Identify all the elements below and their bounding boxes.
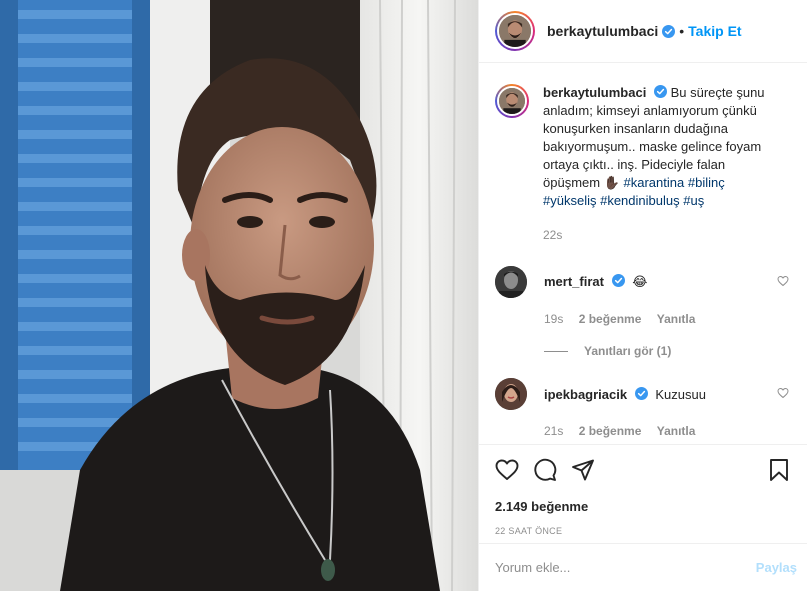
caption: berkaytulumbaci Bu süreçte şunu anladım;… [495, 84, 791, 244]
hashtag-link[interactable]: #yükseliş [543, 193, 596, 208]
verified-badge-icon [662, 24, 676, 38]
reply-button[interactable]: Yanıtla [657, 424, 696, 438]
comment-like-heart-icon[interactable] [777, 275, 789, 287]
author-avatar-image [499, 15, 531, 47]
verified-badge-icon [653, 85, 667, 98]
view-replies-label: Yanıtları gör (1) [584, 344, 672, 358]
verified-badge-icon [634, 386, 648, 400]
comment-text-block: ipekbagriacik Kuzusuu [544, 386, 706, 402]
add-comment-bar: Paylaş [479, 543, 807, 591]
comments-section[interactable]: berkaytulumbaci Bu süreçte şunu anladım;… [479, 64, 807, 444]
follow-button[interactable]: Takip Et [688, 23, 741, 39]
post-date[interactable]: 22 SAAT ÖNCE [495, 526, 791, 536]
separator-dot: • [679, 23, 685, 39]
bookmark-save-icon[interactable] [767, 458, 791, 482]
hashtag-link[interactable]: #karantina [624, 175, 685, 190]
caption-avatar[interactable] [495, 84, 529, 118]
comment-time[interactable]: 19s [544, 312, 563, 326]
post-header: berkaytulumbaci • Takip Et [479, 0, 807, 63]
author-username[interactable]: berkaytulumbaci [547, 23, 658, 39]
caption-avatar-image [499, 88, 525, 114]
author-avatar[interactable] [495, 11, 535, 51]
caption-text-block: berkaytulumbaci Bu süreçte şunu anladım;… [543, 84, 779, 244]
comment-meta: 21s 2 beğenme Yanıtla [544, 424, 791, 438]
comment-username[interactable]: ipekbagriacik [544, 387, 627, 402]
reply-button[interactable]: Yanıtla [657, 312, 696, 326]
commenter-avatar-image [495, 266, 527, 298]
verified-badge-icon [611, 274, 625, 287]
comment-like-heart-icon[interactable] [777, 387, 789, 399]
commenter-avatar[interactable] [495, 266, 527, 298]
selfie-image [0, 0, 478, 591]
caption-time[interactable]: 22s [543, 226, 779, 244]
commenter-avatar-image [495, 378, 527, 410]
post-side-panel: berkaytulumbaci • Takip Et berkaytulumba… [478, 0, 807, 591]
comment-item: mert_firat 😂 19s 2 beğenme Yanıtla Yanıt… [495, 266, 791, 358]
comment-input[interactable] [495, 560, 756, 575]
post-comment-button[interactable]: Paylaş [756, 560, 797, 575]
comment-text: 😂 [632, 274, 648, 289]
comment-username[interactable]: mert_firat [544, 274, 604, 289]
hashtag-link[interactable]: #uş [683, 193, 704, 208]
hashtag-link[interactable]: #bilinç [688, 175, 725, 190]
commenter-avatar[interactable] [495, 378, 527, 410]
comment-bubble-icon[interactable] [533, 458, 557, 482]
view-replies-line [544, 350, 568, 352]
view-replies-button[interactable]: Yanıtları gör (1) [544, 344, 791, 358]
comment-time[interactable]: 21s [544, 424, 563, 438]
caption-username[interactable]: berkaytulumbaci [543, 85, 646, 100]
comment-text-block: mert_firat 😂 [544, 274, 647, 290]
comment-text: Kuzusuu [655, 386, 706, 402]
post-photo[interactable] [0, 0, 478, 591]
likes-count[interactable]: 2.149 beğenme [495, 499, 791, 514]
comment-item: ipekbagriacik Kuzusuu 21s 2 beğenme Yanı… [495, 378, 791, 438]
comment-likes[interactable]: 2 beğenme [579, 312, 642, 326]
post-actions: 2.149 beğenme 22 SAAT ÖNCE [479, 444, 807, 536]
instagram-post: berkaytulumbaci • Takip Et berkaytulumba… [0, 0, 807, 591]
hashtag-link[interactable]: #kendinibuluş [600, 193, 680, 208]
like-heart-icon[interactable] [495, 458, 519, 482]
comment-meta: 19s 2 beğenme Yanıtla [544, 312, 791, 326]
action-icons-row [495, 457, 791, 483]
comment-likes[interactable]: 2 beğenme [579, 424, 642, 438]
share-send-icon[interactable] [571, 458, 595, 482]
raised-hand-emoji: ✋🏿 [603, 175, 620, 190]
